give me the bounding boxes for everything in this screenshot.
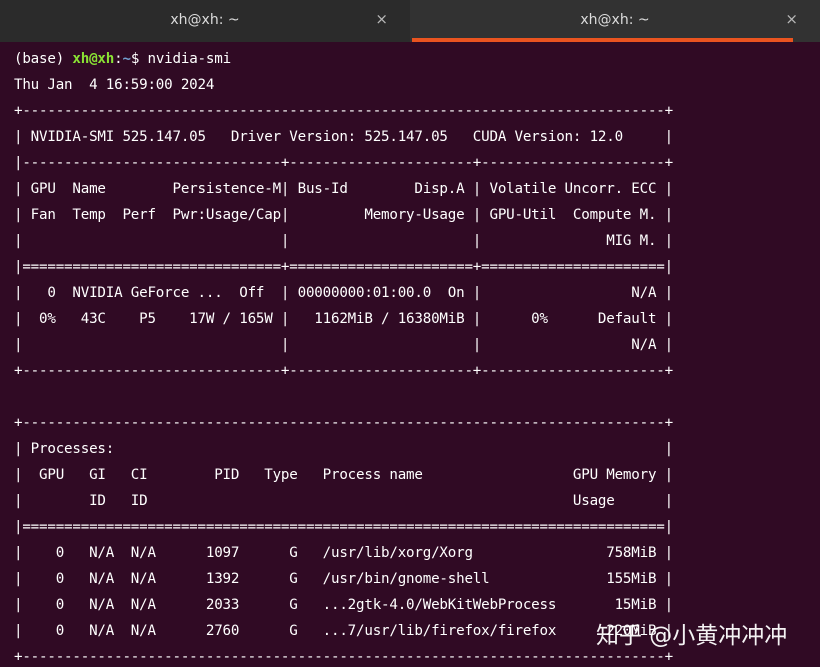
output-line: | 0 N/A N/A 2033 G ...2gtk-4.0/WebKitWeb…	[14, 596, 673, 614]
tab-1-close-icon[interactable]: ×	[375, 10, 388, 28]
output-line-date: Thu Jan 4 16:59:00 2024	[14, 76, 214, 94]
prompt-env: (base)	[14, 51, 72, 67]
scrollbar[interactable]	[814, 42, 820, 667]
prompt-line: (base) xh@xh:~$ nvidia-smi	[14, 50, 231, 68]
output-line: | 0 N/A N/A 2760 G ...7/usr/lib/firefox/…	[14, 622, 673, 640]
output-line: |-------------------------------+-------…	[14, 154, 673, 172]
prompt-symbol: $	[131, 51, 148, 67]
output-line: | NVIDIA-SMI 525.147.05 Driver Version: …	[14, 128, 673, 146]
output-line: | GPU GI CI PID Type Process name GPU Me…	[14, 466, 673, 484]
tab-1-title: xh@xh: ~	[0, 12, 410, 28]
output-line: |=======================================…	[14, 518, 673, 536]
watermark: 知乎 @小黄冲冲冲	[596, 616, 787, 650]
output-line: | | | MIG M. |	[14, 232, 673, 250]
tab-2-title: xh@xh: ~	[410, 12, 820, 28]
output-line: | 0 N/A N/A 1097 G /usr/lib/xorg/Xorg 75…	[14, 544, 673, 562]
output-line: | | | N/A |	[14, 336, 673, 354]
prompt-command: nvidia-smi	[148, 51, 231, 67]
output-line: +-------------------------------+-------…	[14, 362, 673, 380]
output-line: | 0 NVIDIA GeForce ... Off | 00000000:01…	[14, 284, 673, 302]
tab-2[interactable]: xh@xh: ~ ×	[410, 0, 820, 42]
output-line: | ID ID Usage |	[14, 492, 673, 510]
tab-1[interactable]: xh@xh: ~ ×	[0, 0, 410, 42]
tab-bar: xh@xh: ~ × xh@xh: ~ ×	[0, 0, 820, 42]
output-line: | 0 N/A N/A 1392 G /usr/bin/gnome-shell …	[14, 570, 673, 588]
prompt-userhost: xh@xh	[72, 51, 114, 67]
output-line: |===============================+=======…	[14, 258, 673, 276]
output-line: | GPU Name Persistence-M| Bus-Id Disp.A …	[14, 180, 673, 198]
prompt-path: ~	[122, 51, 130, 67]
output-line: +---------------------------------------…	[14, 102, 673, 120]
output-line: +---------------------------------------…	[14, 414, 673, 432]
output-line: | Processes: |	[14, 440, 673, 458]
terminal-output[interactable]: (base) xh@xh:~$ nvidia-smi Thu Jan 4 16:…	[0, 42, 820, 667]
output-line: +---------------------------------------…	[14, 648, 673, 666]
output-line: | 0% 43C P5 17W / 165W | 1162MiB / 16380…	[14, 310, 673, 328]
output-line: | Fan Temp Perf Pwr:Usage/Cap| Memory-Us…	[14, 206, 673, 224]
tab-2-close-icon[interactable]: ×	[785, 10, 798, 28]
